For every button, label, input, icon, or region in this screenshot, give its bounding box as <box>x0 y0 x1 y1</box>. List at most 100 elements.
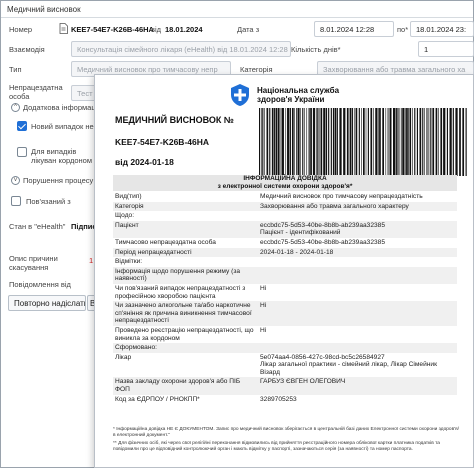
barcode-bar <box>291 108 294 176</box>
interaction-value: Консультація сімейного лікаря (eHealth) … <box>77 45 288 54</box>
barcode-bar <box>297 108 300 176</box>
days-input[interactable]: 1 <box>418 41 474 57</box>
info-row-key: Відмітки: <box>115 258 143 266</box>
barcode-bar <box>406 108 408 176</box>
barcode-bar <box>399 108 401 176</box>
info-row: Чи зазначено алкогольне та/або наркотичн… <box>113 301 457 326</box>
barcode-bar <box>259 108 261 176</box>
barcode-bar <box>358 108 360 176</box>
info-row: Категорія Захворювання або травма загальн… <box>113 201 457 212</box>
info-row: Назва закладу охорони здоров'я або ПІБ Ф… <box>113 377 457 395</box>
info-row-value <box>258 343 457 353</box>
barcode-bar <box>455 108 458 176</box>
barcode-bar <box>304 108 305 176</box>
footnote: * Інформаційна довідка НЕ Є ДОКУМЕНТОМ. … <box>113 427 459 455</box>
barcode-bar <box>302 108 304 176</box>
nszu-header: Національна служба здоров'я України <box>230 83 339 107</box>
file-icon <box>59 23 69 34</box>
nszu-name: Національна служба здоров'я України <box>257 86 339 104</box>
barcode-bar <box>397 108 399 176</box>
category-label: Категорія <box>240 65 273 74</box>
barcode-bar <box>435 108 438 176</box>
barcode-bar <box>459 108 461 176</box>
barcode-bar <box>289 108 291 176</box>
barcode-bar <box>346 108 349 176</box>
info-row: Лікар 5e074aa4-0856-427c-98cd-bc5c2658492… <box>113 353 457 378</box>
resend-button-label: Повторно надіслати <box>14 299 86 308</box>
info-row: Чи пов'язаний випадок непрацездатності з… <box>113 284 457 301</box>
linked-label: Пов'язаний з <box>26 197 71 206</box>
barcode-bar <box>300 108 301 176</box>
barcode-bar <box>353 108 355 176</box>
barcode-bar <box>294 108 295 176</box>
resend-button[interactable]: Повторно надіслати <box>8 295 86 311</box>
barcode-bar <box>274 108 276 176</box>
barcode-bar <box>343 108 346 176</box>
expand-icon[interactable]: ^ <box>11 103 20 112</box>
info-row-key: Чи пов'язаний випадок непрацездатності з… <box>115 284 246 300</box>
barcode-bar <box>438 108 439 176</box>
info-band: ІНФОРМАЦІЙНА ДОВІДКА з електронної систе… <box>113 175 457 191</box>
info-row-value: Захворювання або травма загального харак… <box>258 201 457 212</box>
barcode-bar <box>316 108 317 176</box>
window-title: Медичний висновок <box>7 4 81 14</box>
doc-number: KEE7-54E7-K26B-46HA <box>71 25 154 34</box>
barcode-bar <box>388 108 390 176</box>
info-row: Пацієнт eccbdc75-5d53-40be-8b8b-ab239aa32… <box>113 220 457 238</box>
info-row-value <box>258 211 457 221</box>
info-row-value: ГАРБУЗ ЄВГЕН ОЛЕГОВИЧ <box>258 377 457 395</box>
linked-checkbox[interactable] <box>11 196 21 206</box>
info-row-value: eccbdc75-5d53-40be-8b8b-ab239aa32385 Пац… <box>258 220 457 238</box>
expand-violation-icon[interactable]: v <box>11 176 20 185</box>
type-label: Тип <box>9 65 22 74</box>
interaction-select[interactable]: Консультація сімейного лікаря (eHealth) … <box>71 41 291 57</box>
barcode-bar <box>432 108 435 176</box>
barcode-bar <box>389 108 392 176</box>
barcode-bar <box>312 108 316 176</box>
info-row: Відмітки: <box>113 257 457 267</box>
barcode-bar <box>387 108 389 176</box>
nszu-name-line1: Національна служба <box>257 86 340 95</box>
barcode-bar <box>370 108 373 176</box>
window-titlebar: Медичний висновок <box>1 1 473 18</box>
type-value: Медичний висновок про тимчасову непр <box>77 65 218 74</box>
disabled-person-label: Непрацездатна особа <box>9 83 63 101</box>
barcode-bar <box>382 108 384 176</box>
barcode-bar <box>424 108 425 176</box>
barcode-bar <box>285 108 287 176</box>
barcode-bar <box>280 108 282 176</box>
violation-label: Порушення процесу л <box>23 176 100 185</box>
abroad-checkbox[interactable] <box>17 147 27 157</box>
barcode-bar <box>373 108 374 176</box>
barcode-bar <box>412 108 413 176</box>
info-row-key: Період непрацездатності <box>113 247 258 258</box>
barcode-bar <box>339 108 342 176</box>
error-message-label: Повідомлення від <box>9 280 71 289</box>
new-case-checkbox[interactable] <box>17 121 27 131</box>
barcode-bar <box>465 108 467 176</box>
nszu-name-line2: здоров'я України <box>257 95 325 104</box>
info-row-key: Код за ЄДРПОУ / РНОКПП* <box>115 395 200 403</box>
date-from-input[interactable]: 8.01.2024 12:28 <box>314 21 394 37</box>
barcode-bar <box>287 108 290 176</box>
info-row-value: eccbdc75-5d53-40be-8b8b-ab239aa32385 <box>260 238 386 246</box>
barcode-bar <box>462 108 465 176</box>
info-row: Інформація щодо порушення режиму (за ная… <box>113 266 457 284</box>
date-from-value: 8.01.2024 12:28 <box>320 25 375 34</box>
info-row-value: 3289705253 <box>260 395 297 403</box>
barcode-bar <box>440 108 443 176</box>
barcode-bar <box>402 108 405 176</box>
info-row-value: Медичний висновок про тимчасову непрацез… <box>260 193 423 200</box>
barcode-bar <box>426 108 428 176</box>
barcode-bar <box>330 108 332 176</box>
barcode-bar <box>419 108 422 176</box>
info-row-key: Проведено реєстрацію непрацездатності, щ… <box>115 326 254 342</box>
info-row-value: Ні <box>260 326 267 334</box>
info-row-value: Ні <box>258 301 457 326</box>
date-to-input[interactable]: 18.01.2024 23: <box>410 21 474 37</box>
barcode-bar <box>363 108 365 176</box>
barcode-bar <box>449 108 452 176</box>
barcode-bar <box>277 108 280 176</box>
barcode-bar <box>336 108 338 176</box>
doc-date: від 2024-01-18 <box>115 157 174 167</box>
